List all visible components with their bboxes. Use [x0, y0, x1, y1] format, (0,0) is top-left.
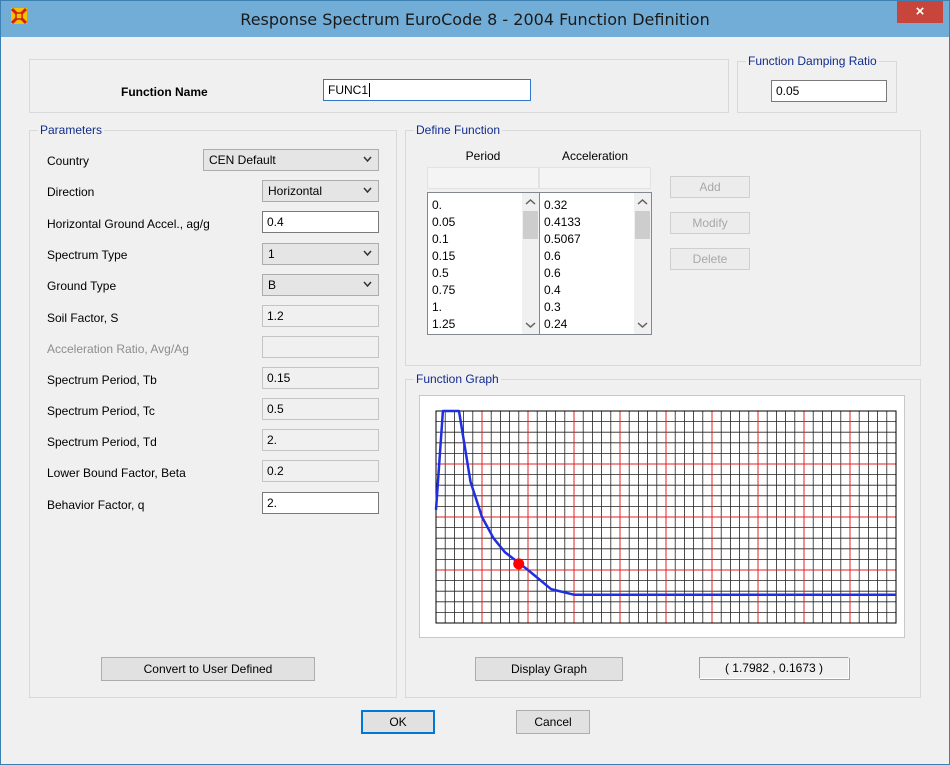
list-item[interactable]: 0.3 [544, 300, 561, 314]
function-name-input[interactable]: FUNC1 [323, 79, 531, 101]
period-tb-field: 0.15 [262, 367, 379, 389]
list-item[interactable]: 0.15 [432, 249, 455, 263]
damping-legend: Function Damping Ratio [746, 54, 879, 68]
period-td-label: Spectrum Period, Td [47, 435, 157, 449]
chevron-down-icon [363, 281, 372, 288]
behavior-factor-input[interactable]: 2. [262, 492, 379, 514]
direction-select[interactable]: Horizontal [262, 180, 379, 202]
acceleration-ratio-field [262, 336, 379, 358]
spectrum-type-value: 1 [268, 247, 275, 261]
behavior-factor-label: Behavior Factor, q [47, 498, 145, 512]
period-tc-label: Spectrum Period, Tc [47, 404, 155, 418]
list-item[interactable]: 0.5067 [544, 232, 581, 246]
country-value: CEN Default [209, 153, 276, 167]
define-function-legend: Define Function [414, 123, 503, 137]
chevron-down-icon [363, 156, 372, 163]
scroll-down-icon[interactable] [637, 321, 648, 329]
cursor-coordinates: ( 1.7982 , 0.1673 ) [699, 657, 849, 679]
cursor-marker [513, 558, 525, 570]
convert-to-user-defined-button[interactable]: Convert to User Defined [101, 657, 315, 681]
function-graph [434, 409, 897, 624]
chevron-down-icon [363, 187, 372, 194]
direction-value: Horizontal [268, 184, 323, 198]
beta-label: Lower Bound Factor, Beta [47, 466, 186, 480]
function-name-value: FUNC1 [328, 83, 369, 97]
direction-label: Direction [47, 185, 95, 199]
country-label: Country [47, 154, 90, 168]
list-item[interactable]: 0.05 [432, 215, 455, 229]
list-item[interactable]: 1.25 [432, 317, 455, 331]
damping-ratio-input[interactable]: 0.05 [771, 80, 887, 102]
period-list-scrollbar[interactable] [522, 193, 539, 334]
acceleration-column-header: Acceleration [561, 149, 629, 163]
add-button[interactable]: Add [670, 176, 750, 198]
period-td-field: 2. [262, 429, 379, 451]
acceleration-ratio-label: Acceleration Ratio, Avg/Ag [47, 342, 189, 356]
ground-type-label: Ground Type [47, 279, 117, 293]
ok-button[interactable]: OK [361, 710, 435, 734]
list-item[interactable]: 0.32 [544, 198, 567, 212]
list-item[interactable]: 0.6 [544, 266, 561, 280]
period-entry-field[interactable] [427, 167, 539, 189]
list-item[interactable]: 0.6 [544, 249, 561, 263]
period-column-header: Period [465, 149, 501, 163]
title-bar[interactable]: Response Spectrum EuroCode 8 - 2004 Func… [1, 1, 949, 37]
list-item[interactable]: 0.4133 [544, 215, 581, 229]
period-tb-label: Spectrum Period, Tb [47, 373, 157, 387]
scroll-thumb[interactable] [635, 211, 650, 239]
scroll-thumb[interactable] [523, 211, 538, 239]
acceleration-list[interactable]: 0.32 0.4133 0.5067 0.6 0.6 0.4 0.3 0.24 [539, 192, 652, 335]
list-item[interactable]: 0.75 [432, 283, 455, 297]
soil-factor-field: 1.2 [262, 305, 379, 327]
modify-button[interactable]: Modify [670, 212, 750, 234]
acceleration-list-scrollbar[interactable] [634, 193, 651, 334]
chevron-down-icon [363, 250, 372, 257]
scroll-down-icon[interactable] [525, 321, 536, 329]
period-tc-field: 0.5 [262, 398, 379, 420]
display-graph-button[interactable]: Display Graph [475, 657, 623, 681]
soil-factor-label: Soil Factor, S [47, 311, 119, 325]
ground-type-value: B [268, 278, 277, 292]
cancel-button[interactable]: Cancel [516, 710, 590, 734]
parameters-legend: Parameters [38, 123, 105, 137]
delete-button[interactable]: Delete [670, 248, 750, 270]
function-graph-panel [419, 395, 905, 638]
beta-field: 0.2 [262, 460, 379, 482]
list-item[interactable]: 0.4 [544, 283, 561, 297]
list-item[interactable]: 0. [432, 198, 442, 212]
spectrum-type-label: Spectrum Type [47, 248, 128, 262]
list-item[interactable]: 1. [432, 300, 442, 314]
dialog-body: Function Name FUNC1 Function Damping Rat… [9, 37, 941, 756]
function-graph-legend: Function Graph [414, 372, 501, 386]
ground-accel-input[interactable]: 0.4 [262, 211, 379, 233]
ground-accel-label: Horizontal Ground Accel., ag/g [47, 217, 210, 231]
country-select[interactable]: CEN Default [203, 149, 379, 171]
list-item[interactable]: 0.24 [544, 317, 567, 331]
dialog-window: Response Spectrum EuroCode 8 - 2004 Func… [0, 0, 950, 765]
close-button[interactable]: × [897, 1, 943, 23]
period-list[interactable]: 0. 0.05 0.1 0.15 0.5 0.75 1. 1.25 [427, 192, 540, 335]
ground-type-select[interactable]: B [262, 274, 379, 296]
scroll-up-icon[interactable] [525, 198, 536, 206]
scroll-up-icon[interactable] [637, 198, 648, 206]
function-name-label: Function Name [121, 85, 208, 99]
list-item[interactable]: 0.1 [432, 232, 449, 246]
window-title: Response Spectrum EuroCode 8 - 2004 Func… [240, 10, 710, 29]
acceleration-entry-field[interactable] [539, 167, 651, 189]
list-item[interactable]: 0.5 [432, 266, 449, 280]
spectrum-type-select[interactable]: 1 [262, 243, 379, 265]
